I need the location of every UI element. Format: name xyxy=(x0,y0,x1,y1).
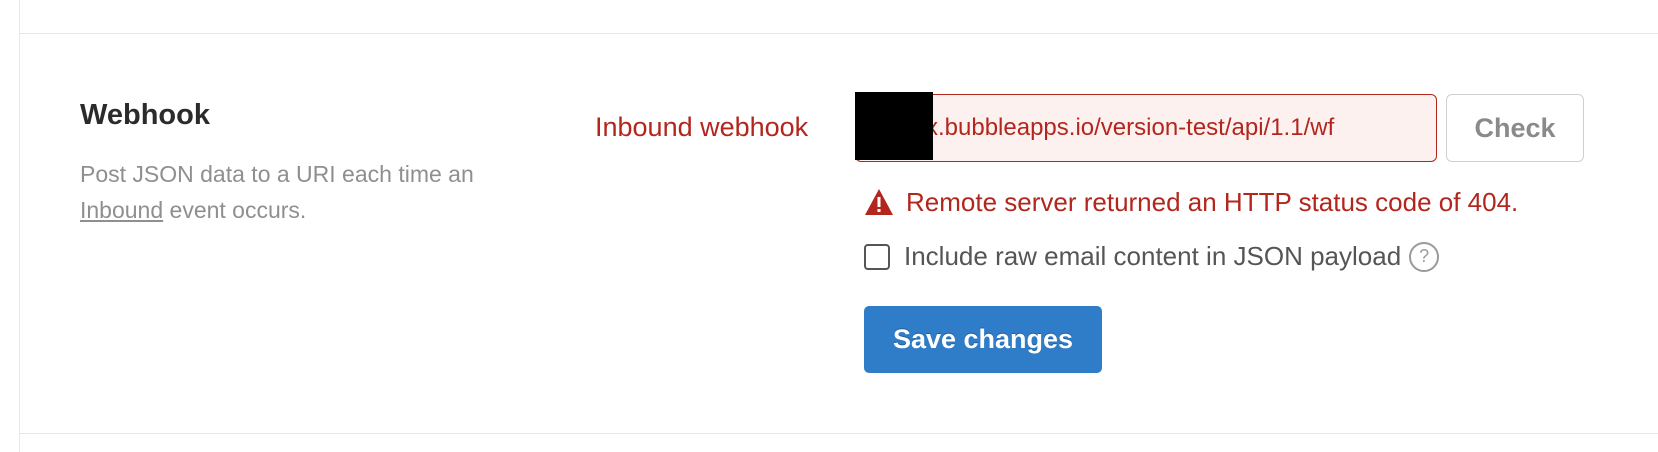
error-text: Remote server returned an HTTP status co… xyxy=(906,186,1519,217)
check-button[interactable]: Check xyxy=(1446,94,1584,162)
section-title: Webhook xyxy=(80,99,210,131)
top-divider xyxy=(19,33,1658,34)
warning-triangle-icon xyxy=(865,189,893,215)
help-icon[interactable]: ? xyxy=(1409,241,1440,272)
description-text-start: Post JSON data to a URI each time an xyxy=(80,161,474,187)
webhook-url-input[interactable] xyxy=(855,94,1437,162)
section-description: Post JSON data to a URI each time an Inb… xyxy=(80,156,510,228)
save-changes-button[interactable]: Save changes xyxy=(864,306,1102,373)
webhook-field-label: Inbound webhook xyxy=(595,112,809,142)
raw-email-option: Include raw email content in JSON payloa… xyxy=(864,241,1440,272)
raw-email-label[interactable]: Include raw email content in JSON payloa… xyxy=(904,241,1401,272)
redaction-box xyxy=(855,92,933,160)
description-text-end: event occurs. xyxy=(163,197,307,223)
bottom-divider xyxy=(19,433,1658,434)
inbound-link[interactable]: Inbound xyxy=(80,197,163,223)
error-message: Remote server returned an HTTP status co… xyxy=(864,186,1518,218)
raw-email-checkbox[interactable] xyxy=(864,243,890,270)
